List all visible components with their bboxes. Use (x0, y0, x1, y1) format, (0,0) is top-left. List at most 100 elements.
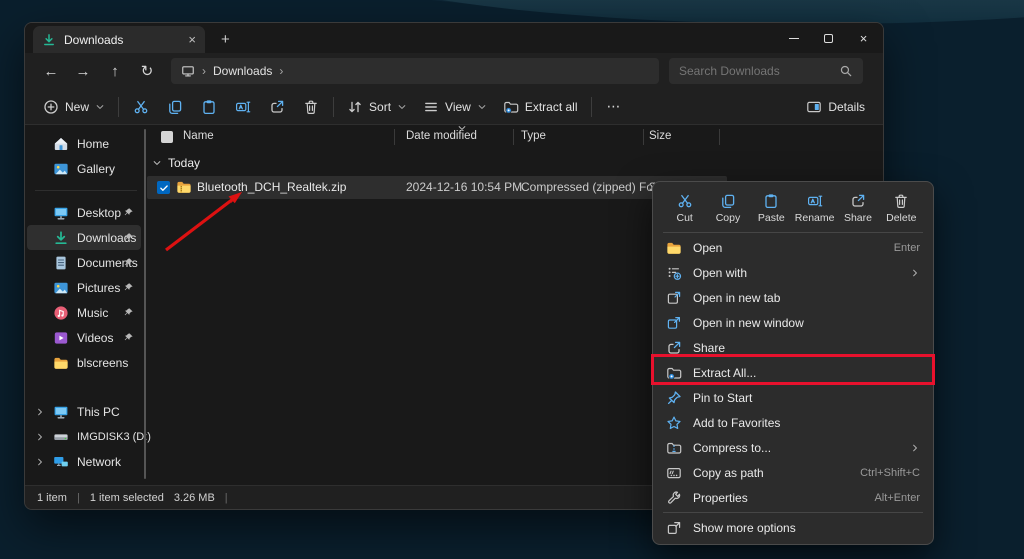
desktop-icon (53, 205, 69, 221)
group-header-today[interactable]: Today (147, 152, 883, 174)
menu-item-properties[interactable]: Properties Alt+Enter (653, 485, 933, 510)
menu-item-open[interactable]: Open Enter (653, 235, 933, 260)
navigation-bar: ← → ↑ ↻ › Downloads › (25, 53, 883, 89)
sidebar-item-label: Gallery (77, 161, 116, 176)
share-menu-button[interactable]: Share (837, 193, 879, 224)
sidebar-scrollbar[interactable] (144, 129, 146, 479)
sidebar-item-gallery[interactable]: Gallery (27, 156, 141, 181)
sidebar-item-label: Network (77, 454, 122, 469)
new-tab-button[interactable]: + (221, 26, 230, 53)
sidebar-item-music[interactable]: Music (27, 300, 141, 325)
sidebar-item-blscreens[interactable]: blscreens (27, 350, 141, 375)
menu-item-copy-as-path[interactable]: Copy as path Ctrl+Shift+C (653, 460, 933, 485)
menu-item-add-to-favorites[interactable]: Add to Favorites (653, 410, 933, 435)
sidebar-item-downloads[interactable]: Downloads (27, 225, 141, 250)
menu-item-open-in-new-window[interactable]: Open in new window (653, 310, 933, 335)
maximize-button[interactable] (811, 23, 846, 53)
chevron-right-icon (910, 443, 920, 453)
column-header-size[interactable]: Size (649, 130, 671, 142)
minimize-button[interactable] (776, 23, 811, 53)
sidebar-item-desktop[interactable]: Desktop (27, 200, 141, 225)
forward-button[interactable]: → (67, 58, 99, 84)
chevron-right-icon[interactable] (35, 407, 45, 417)
menu-item-compress-to[interactable]: Compress to... (653, 435, 933, 460)
sidebar-item-documents[interactable]: Documents (27, 250, 141, 275)
tab-close-icon[interactable]: × (188, 33, 196, 46)
breadcrumb-downloads[interactable]: Downloads (213, 64, 272, 78)
cut-button[interactable] (124, 93, 158, 121)
column-resizer[interactable] (643, 129, 644, 145)
show-more-icon (666, 520, 682, 536)
sidebar-item-videos[interactable]: Videos (27, 325, 141, 350)
star-icon (666, 415, 682, 431)
search-input[interactable] (679, 64, 839, 78)
menu-item-extract-all[interactable]: Extract All... (653, 360, 933, 385)
paste-icon (201, 99, 217, 115)
menu-item-pin-to-start[interactable]: Pin to Start (653, 385, 933, 410)
extract-all-button[interactable]: Extract all (495, 93, 586, 121)
paste-menu-button[interactable]: Paste (750, 193, 792, 224)
view-button[interactable]: View (415, 93, 495, 121)
more-options-button[interactable]: ⋯ (597, 93, 631, 121)
row-checkbox-checked[interactable] (157, 181, 170, 194)
sidebar-item-pictures[interactable]: Pictures (27, 275, 141, 300)
sidebar-item-imgdisk3[interactable]: IMGDISK3 (D:) (27, 424, 151, 449)
menu-item-open-with[interactable]: Open with (653, 260, 933, 285)
menu-item-show-more-options[interactable]: Show more options (653, 515, 933, 540)
menu-item-label: Open in new tab (693, 290, 781, 305)
pictures-icon (53, 280, 69, 296)
paste-button[interactable] (192, 93, 226, 121)
sidebar-item-this-pc[interactable]: This PC (27, 399, 141, 424)
sort-button[interactable]: Sort (339, 93, 415, 121)
back-button[interactable]: ← (35, 58, 67, 84)
column-resizer[interactable] (394, 129, 395, 145)
sidebar-divider (35, 190, 137, 191)
sidebar-item-network[interactable]: Network (27, 449, 141, 474)
chevron-right-icon[interactable] (35, 457, 45, 467)
details-pane-button[interactable]: Details (798, 93, 873, 121)
pin-icon (123, 282, 134, 293)
menu-item-open-in-new-tab[interactable]: Open in new tab (653, 285, 933, 310)
up-button[interactable]: ↑ (99, 58, 131, 84)
refresh-button[interactable]: ↻ (131, 58, 163, 84)
address-bar[interactable]: › Downloads › (171, 58, 659, 84)
quick-action-label: Paste (757, 211, 785, 224)
chevron-right-icon[interactable]: › (279, 64, 283, 78)
view-button-label: View (445, 99, 471, 114)
copy-button[interactable] (158, 93, 192, 121)
search-box[interactable] (669, 58, 863, 84)
column-header-date-modified[interactable]: Date modified (406, 130, 477, 142)
sidebar-item-home[interactable]: Home (27, 131, 141, 156)
column-resizer[interactable] (719, 129, 720, 145)
details-label: Details (828, 99, 865, 114)
column-resizer[interactable] (513, 129, 514, 145)
cut-menu-button[interactable]: Cut (664, 193, 706, 224)
new-button[interactable]: New (35, 93, 113, 121)
file-date-modified: 2024-12-16 10:54 PM (406, 180, 523, 194)
sidebar-item-label: Videos (77, 330, 114, 345)
select-all-checkbox[interactable] (161, 131, 173, 143)
details-pane-icon (806, 99, 822, 115)
column-header-name[interactable]: Name (183, 130, 214, 142)
column-header-type[interactable]: Type (521, 130, 546, 142)
rename-menu-button[interactable]: Rename (794, 193, 836, 224)
menu-divider (663, 512, 923, 513)
tab-downloads[interactable]: Downloads × (33, 26, 205, 53)
cut-icon (677, 193, 693, 209)
delete-button[interactable] (294, 93, 328, 121)
file-row-bluetooth-zip[interactable]: Bluetooth_DCH_Realtek.zip 2024-12-16 10:… (147, 176, 727, 199)
menu-item-label: Share (693, 340, 726, 355)
share-button[interactable] (260, 93, 294, 121)
chevron-right-icon[interactable] (35, 432, 45, 442)
menu-item-label: Open in new window (693, 315, 804, 330)
title-bar: Downloads × + × (25, 23, 883, 53)
copy-menu-button[interactable]: Copy (707, 193, 749, 224)
delete-menu-button[interactable]: Delete (880, 193, 922, 224)
open-with-icon (666, 265, 682, 281)
zip-folder-icon (176, 179, 192, 195)
pin-icon (123, 207, 134, 218)
close-button[interactable]: × (846, 23, 881, 53)
menu-item-share[interactable]: Share (653, 335, 933, 360)
quick-action-label: Delete (886, 211, 917, 224)
rename-button[interactable] (226, 93, 260, 121)
